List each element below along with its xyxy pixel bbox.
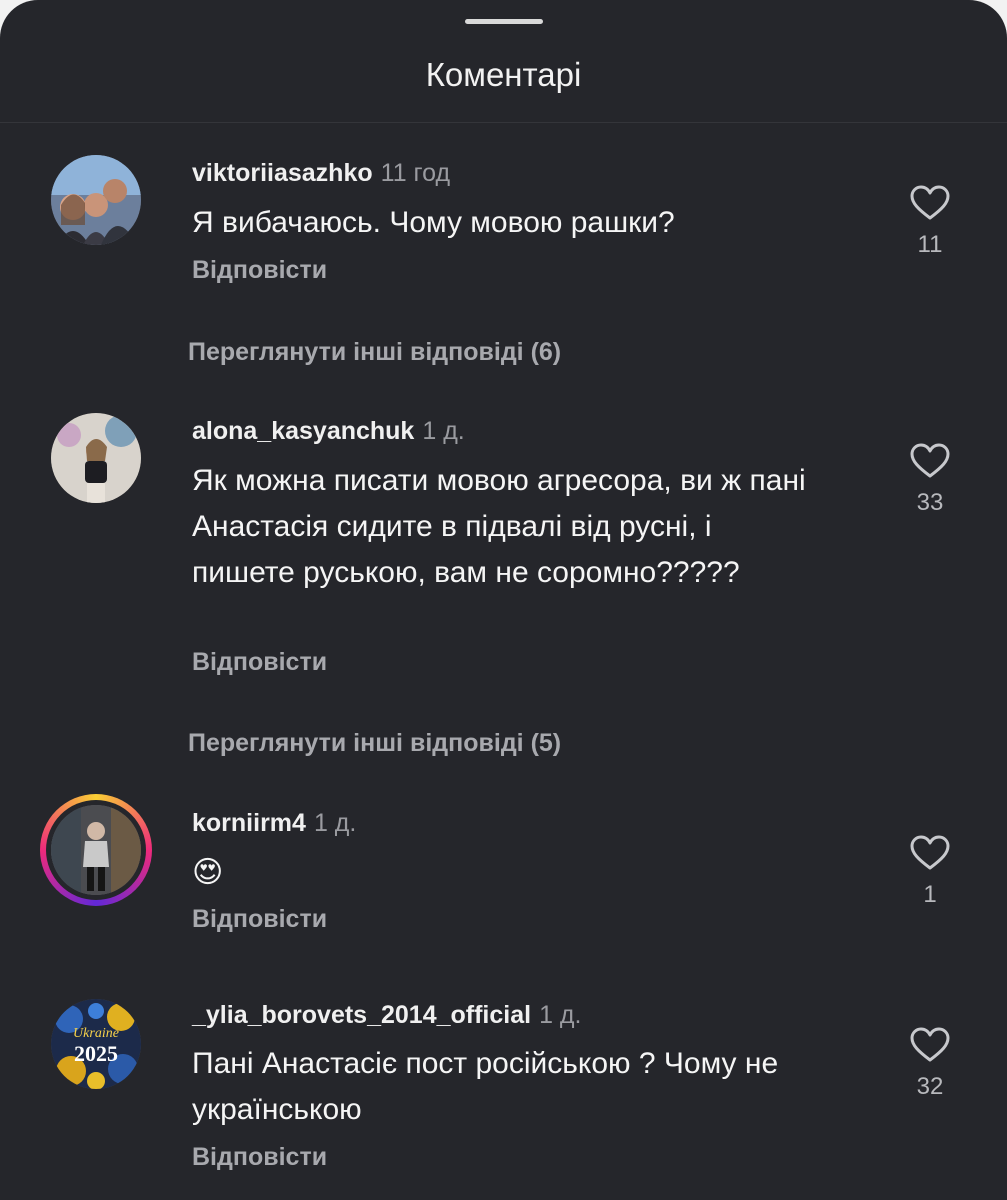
avatar-text-ukraine: Ukraine — [73, 1026, 119, 1041]
reply-button[interactable]: Відповісти — [192, 647, 327, 677]
comment-time: 1 д. — [422, 417, 465, 445]
like-count: 11 — [917, 231, 943, 258]
comment-username[interactable]: _ylia_borovets_2014_official — [192, 1001, 531, 1029]
avatar[interactable] — [51, 413, 141, 503]
comment-text: 😍 — [192, 856, 224, 889]
avatar[interactable] — [51, 155, 141, 245]
comment-username[interactable]: korniirm4 — [192, 809, 306, 837]
reply-button[interactable]: Відповісти — [192, 255, 327, 285]
comment-username[interactable]: alona_kasyanchuk — [192, 417, 414, 445]
comment-text: Як можна писати мовою агресора, ви ж пан… — [192, 464, 806, 589]
like-button[interactable]: 32 — [900, 1027, 960, 1101]
header-divider — [0, 122, 1007, 123]
avatar-text-year: 2025 — [74, 1041, 118, 1066]
like-button[interactable]: 1 — [900, 835, 960, 909]
like-button[interactable]: 11 — [900, 185, 960, 259]
like-count: 1 — [923, 881, 937, 908]
like-button[interactable]: 33 — [900, 443, 960, 517]
comments-sheet: Коментарі viktoriiasazhko 11 год Я вибача… — [0, 0, 1007, 1200]
heart-outline-icon — [910, 835, 950, 870]
heart-outline-icon — [910, 185, 950, 220]
reply-button[interactable]: Відповісти — [192, 1142, 327, 1172]
sheet-title: Коментарі — [425, 56, 582, 93]
comment-time: 1 д. — [539, 1001, 582, 1029]
like-count: 33 — [916, 489, 944, 516]
avatar — [51, 805, 141, 895]
comment-text: Я вибачаюсь. Чому мовою рашки? — [192, 206, 675, 239]
comment-time: 11 год — [380, 159, 451, 187]
comment-time: 1 д. — [313, 809, 357, 837]
drag-handle-icon[interactable] — [465, 19, 543, 24]
view-more-replies-button[interactable]: Переглянути інші відповіді (6) — [188, 337, 561, 367]
comment-text: Пані Анастасіє пост російською ? Чому не… — [192, 1047, 779, 1126]
avatar-story-ring[interactable] — [40, 794, 152, 906]
like-count: 32 — [916, 1073, 944, 1100]
avatar[interactable]: Ukraine 2025 — [51, 999, 141, 1089]
reply-button[interactable]: Відповісти — [192, 904, 327, 934]
heart-outline-icon — [910, 1027, 950, 1062]
heart-outline-icon — [910, 443, 950, 478]
comment-username[interactable]: viktoriiasazhko — [192, 159, 373, 187]
view-more-replies-button[interactable]: Переглянути інші відповіді (5) — [188, 728, 561, 758]
